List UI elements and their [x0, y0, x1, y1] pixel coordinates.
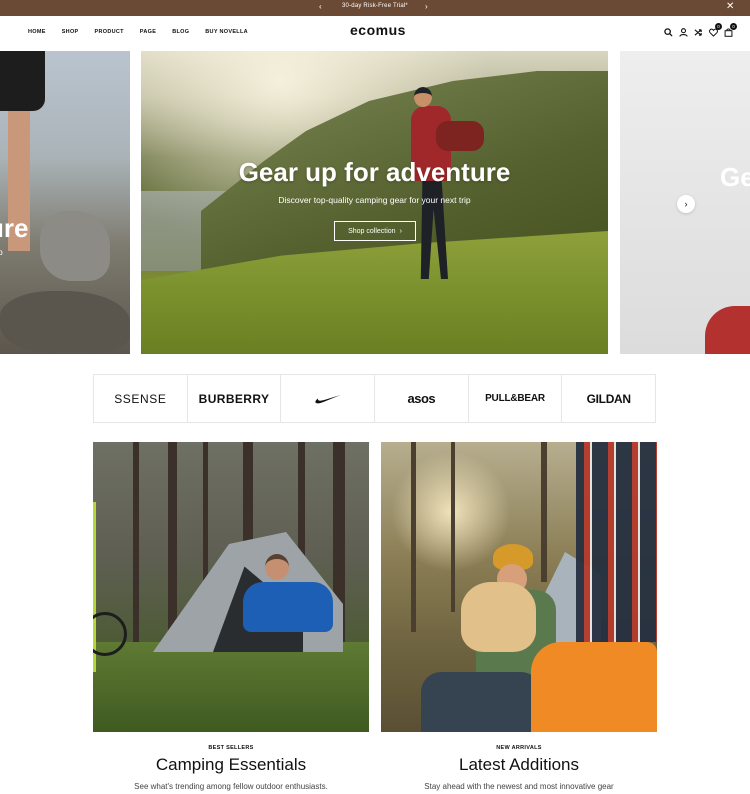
- collection-eyebrow: BEST SELLERS: [208, 745, 254, 751]
- nav-page[interactable]: PAGE: [140, 29, 156, 35]
- hero-slide-next-title: Ge: [720, 162, 750, 192]
- nav-product[interactable]: PRODUCT: [95, 29, 124, 35]
- nav-buy-novella[interactable]: BUY NOVELLA: [205, 29, 248, 35]
- site-header: HOME SHOP PRODUCT PAGE BLOG BUY NOVELLA …: [0, 16, 750, 51]
- hiker-head-image: [414, 87, 432, 107]
- shop-collection-label: Shop collection: [348, 227, 396, 235]
- hero-slide-previous[interactable]: ure p: [0, 51, 130, 354]
- hiker-shorts-image: [0, 51, 45, 111]
- collection-caption: BEST SELLERS Camping Essentials See what…: [93, 745, 369, 791]
- chevron-right-icon: ›: [684, 199, 688, 209]
- wishlist-count-badge: 0: [715, 23, 722, 30]
- brand-burberry-logo: BURBERRY: [198, 391, 270, 406]
- collection-description: See what's trending among fellow outdoor…: [134, 782, 328, 791]
- collection-eyebrow: NEW ARRIVALS: [496, 745, 542, 751]
- announcement-bar: ‹ 30-day Risk-Free Trial* › ✕: [0, 0, 750, 16]
- nav-shop[interactable]: SHOP: [62, 29, 79, 35]
- shop-collection-button[interactable]: Shop collection ›: [334, 221, 416, 241]
- camper-head-image: [265, 554, 289, 580]
- sleeping-bag-image: [531, 642, 657, 732]
- slider-next-button[interactable]: ›: [677, 195, 695, 213]
- collection-caption: NEW ARRIVALS Latest Additions Stay ahead…: [381, 745, 657, 791]
- brand-ssense[interactable]: SSENSE: [94, 375, 188, 422]
- brand-gildan-logo: GILDAN: [586, 391, 632, 406]
- brand-burberry[interactable]: BURBERRY: [188, 375, 282, 422]
- flannel-shirt-image: [576, 442, 657, 642]
- cart-count-badge: 0: [730, 23, 737, 30]
- brand-nike[interactable]: [281, 375, 376, 422]
- brand-pull-and-bear-logo: PULL&BEAR: [485, 393, 545, 404]
- nike-swoosh-icon: [315, 394, 341, 403]
- search-icon[interactable]: [663, 26, 673, 38]
- announcement-next-button[interactable]: ›: [425, 2, 428, 11]
- user-icon[interactable]: [678, 26, 688, 38]
- hiker-backpack-image: [436, 121, 484, 151]
- chevron-right-icon: ›: [399, 227, 402, 235]
- main-nav: HOME SHOP PRODUCT PAGE BLOG BUY NOVELLA: [28, 29, 248, 35]
- hero-subtitle: Discover top-quality camping gear for yo…: [278, 195, 471, 205]
- brand-pull-and-bear[interactable]: PULL&BEAR: [469, 375, 563, 422]
- collection-image-latest-additions[interactable]: [381, 442, 657, 732]
- brand-ssense-logo: SSENSE: [114, 391, 167, 406]
- camper-jacket-image: [243, 582, 333, 632]
- rock-image: [40, 211, 110, 281]
- tree-image: [451, 442, 455, 612]
- compare-icon[interactable]: [693, 26, 703, 38]
- cart-icon[interactable]: 0: [723, 23, 737, 38]
- brand-asos-logo: asos: [407, 391, 436, 406]
- nav-home[interactable]: HOME: [28, 29, 46, 35]
- rock-image: [0, 291, 130, 354]
- dog-image: [461, 582, 536, 652]
- site-logo[interactable]: ecomus: [350, 22, 406, 38]
- brand-asos[interactable]: asos: [375, 375, 469, 422]
- header-icons: 0 0: [663, 23, 737, 38]
- collection-title[interactable]: Camping Essentials: [93, 755, 369, 775]
- collection-description: Stay ahead with the newest and most inno…: [424, 782, 614, 791]
- tree-image: [541, 442, 547, 582]
- announcement-text: 30-day Risk-Free Trial*: [342, 3, 408, 9]
- wishlist-icon[interactable]: 0: [708, 23, 722, 38]
- hero-title: Gear up for adventure: [238, 157, 511, 187]
- announcement-close-button[interactable]: ✕: [726, 1, 734, 12]
- collection-image-camping-essentials[interactable]: [93, 442, 369, 732]
- blanket-image: [421, 672, 541, 732]
- collection-title[interactable]: Latest Additions: [381, 755, 657, 775]
- hero-slide-previous-title: ure: [0, 213, 29, 243]
- nav-blog[interactable]: BLOG: [172, 29, 189, 35]
- hero-slide-previous-subtitle: p: [0, 247, 3, 257]
- tree-image: [411, 442, 416, 632]
- tree-image: [298, 442, 305, 562]
- brand-gildan[interactable]: GILDAN: [562, 375, 655, 422]
- red-jacket-image: [705, 306, 750, 354]
- brand-strip: SSENSE BURBERRY asos PULL&BEAR GILDAN: [93, 374, 656, 423]
